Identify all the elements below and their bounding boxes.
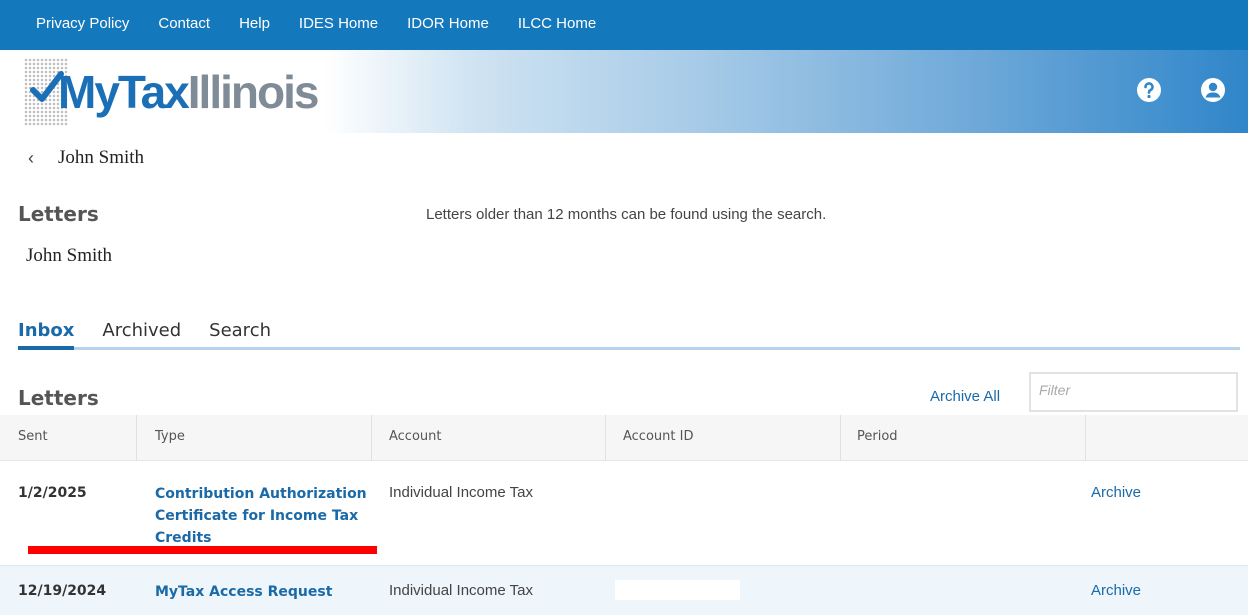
- column-header-account-id[interactable]: Account ID: [623, 429, 693, 444]
- logo-text-mytax: MyTax: [58, 66, 190, 118]
- tab-divider: [18, 347, 1240, 350]
- tab-archived[interactable]: Archived: [102, 320, 181, 346]
- column-divider: [1085, 415, 1086, 461]
- sent-date: 1/2/2025: [18, 485, 87, 501]
- column-divider: [840, 415, 841, 461]
- nav-link-privacy-policy[interactable]: Privacy Policy: [36, 0, 129, 52]
- column-header-period[interactable]: Period: [857, 429, 898, 444]
- filter-input[interactable]: Filter: [1029, 372, 1238, 412]
- column-header-sent[interactable]: Sent: [18, 429, 48, 444]
- top-nav: Privacy Policy Contact Help IDES Home ID…: [0, 0, 1248, 50]
- page-title: Letters: [18, 202, 99, 226]
- letters-notice: Letters older than 12 months can be foun…: [426, 206, 827, 223]
- chevron-left-icon[interactable]: ‹: [28, 148, 58, 169]
- letter-type-line[interactable]: Certificate for Income Tax: [155, 505, 367, 527]
- column-header-type[interactable]: Type: [155, 429, 185, 444]
- red-underline-annotation: [28, 546, 377, 554]
- site-header: MyTaxIllinois: [0, 50, 1248, 133]
- letter-type-link[interactable]: MyTax Access Request: [155, 581, 332, 603]
- column-divider: [136, 415, 137, 461]
- archive-all-link[interactable]: Archive All: [930, 388, 1000, 405]
- account-name: Individual Income Tax: [389, 582, 533, 599]
- account-name: Individual Income Tax: [389, 484, 533, 501]
- redacted-account-id: [615, 580, 740, 600]
- letter-type-line[interactable]: Contribution Authorization: [155, 483, 367, 505]
- tab-active-indicator: [18, 346, 74, 350]
- help-icon[interactable]: [1136, 77, 1162, 103]
- tab-search[interactable]: Search: [209, 320, 271, 346]
- account-holder-name: John Smith: [26, 245, 113, 266]
- letter-type-link[interactable]: Contribution Authorization Certificate f…: [155, 483, 367, 549]
- user-account-icon[interactable]: [1200, 77, 1226, 103]
- sent-date: 12/19/2024: [18, 583, 107, 599]
- nav-link-help[interactable]: Help: [239, 0, 270, 52]
- nav-link-ides-home[interactable]: IDES Home: [299, 0, 378, 52]
- column-header-account[interactable]: Account: [389, 429, 442, 444]
- archive-link[interactable]: Archive: [1091, 484, 1141, 501]
- logo-text-illinois: Illinois: [187, 66, 320, 118]
- column-divider: [371, 415, 372, 461]
- tab-inbox[interactable]: Inbox: [18, 320, 74, 346]
- nav-link-idor-home[interactable]: IDOR Home: [407, 0, 489, 52]
- breadcrumb-name[interactable]: John Smith: [58, 147, 144, 169]
- letters-section-title: Letters: [18, 386, 99, 410]
- logo-wordmark: MyTaxIllinois: [58, 64, 320, 120]
- letters-tabs: Inbox Archived Search: [18, 320, 299, 346]
- nav-link-contact[interactable]: Contact: [158, 0, 210, 52]
- breadcrumb[interactable]: ‹ John Smith: [28, 144, 144, 172]
- column-divider: [605, 415, 606, 461]
- mytax-illinois-logo[interactable]: MyTaxIllinois: [24, 58, 324, 128]
- nav-link-ilcc-home[interactable]: ILCC Home: [518, 0, 596, 52]
- letters-table-header: Sent Type Account Account ID Period: [0, 415, 1248, 461]
- archive-link[interactable]: Archive: [1091, 582, 1141, 599]
